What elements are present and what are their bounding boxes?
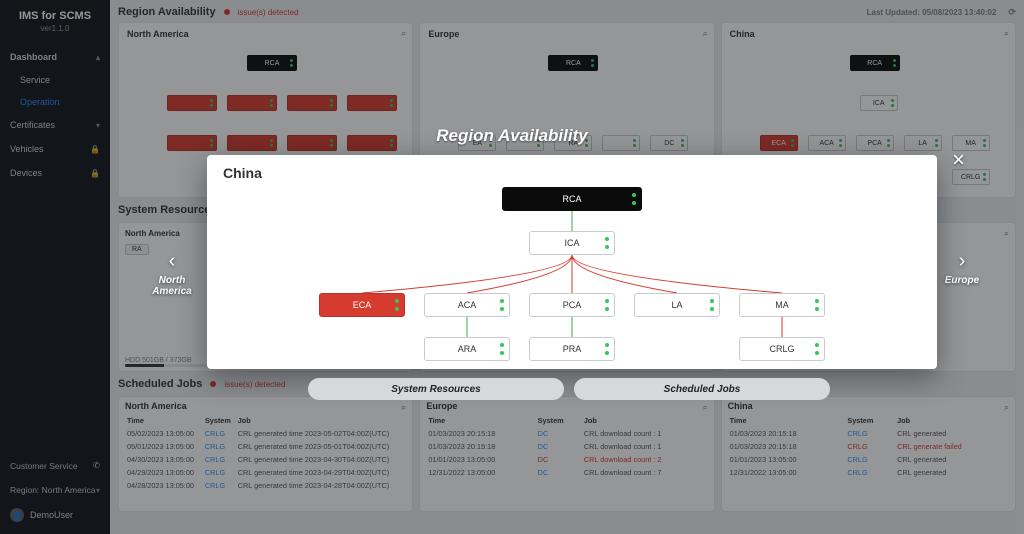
tab-system-resources[interactable]: System Resources xyxy=(308,378,564,400)
modal-heading: Region Availability xyxy=(0,126,1024,146)
modal-tree: RCA ICA ECA ACA PCA LA MA ARA PRA CRLG xyxy=(207,175,937,369)
node-la[interactable]: LA xyxy=(634,293,720,317)
chevron-left-icon: ‹ xyxy=(169,250,176,272)
node-pra[interactable]: PRA xyxy=(529,337,615,361)
node-ara[interactable]: ARA xyxy=(424,337,510,361)
chevron-right-icon: › xyxy=(959,250,966,272)
node-pca[interactable]: PCA xyxy=(529,293,615,317)
node-eca[interactable]: ECA xyxy=(319,293,405,317)
region-modal: × China RCA ICA ECA ACA PCA LA MA ARA PR… xyxy=(207,155,937,369)
node-rca[interactable]: RCA xyxy=(502,187,642,211)
modal-tabs: System Resources Scheduled Jobs xyxy=(308,378,830,400)
node-ma[interactable]: MA xyxy=(739,293,825,317)
tab-scheduled-jobs[interactable]: Scheduled Jobs xyxy=(574,378,830,400)
node-ica[interactable]: ICA xyxy=(529,231,615,255)
modal-next[interactable]: › Europe xyxy=(932,250,992,286)
close-icon[interactable]: × xyxy=(952,147,965,173)
node-crlg[interactable]: CRLG xyxy=(739,337,825,361)
modal-prev[interactable]: ‹ North America xyxy=(142,250,202,297)
node-aca[interactable]: ACA xyxy=(424,293,510,317)
